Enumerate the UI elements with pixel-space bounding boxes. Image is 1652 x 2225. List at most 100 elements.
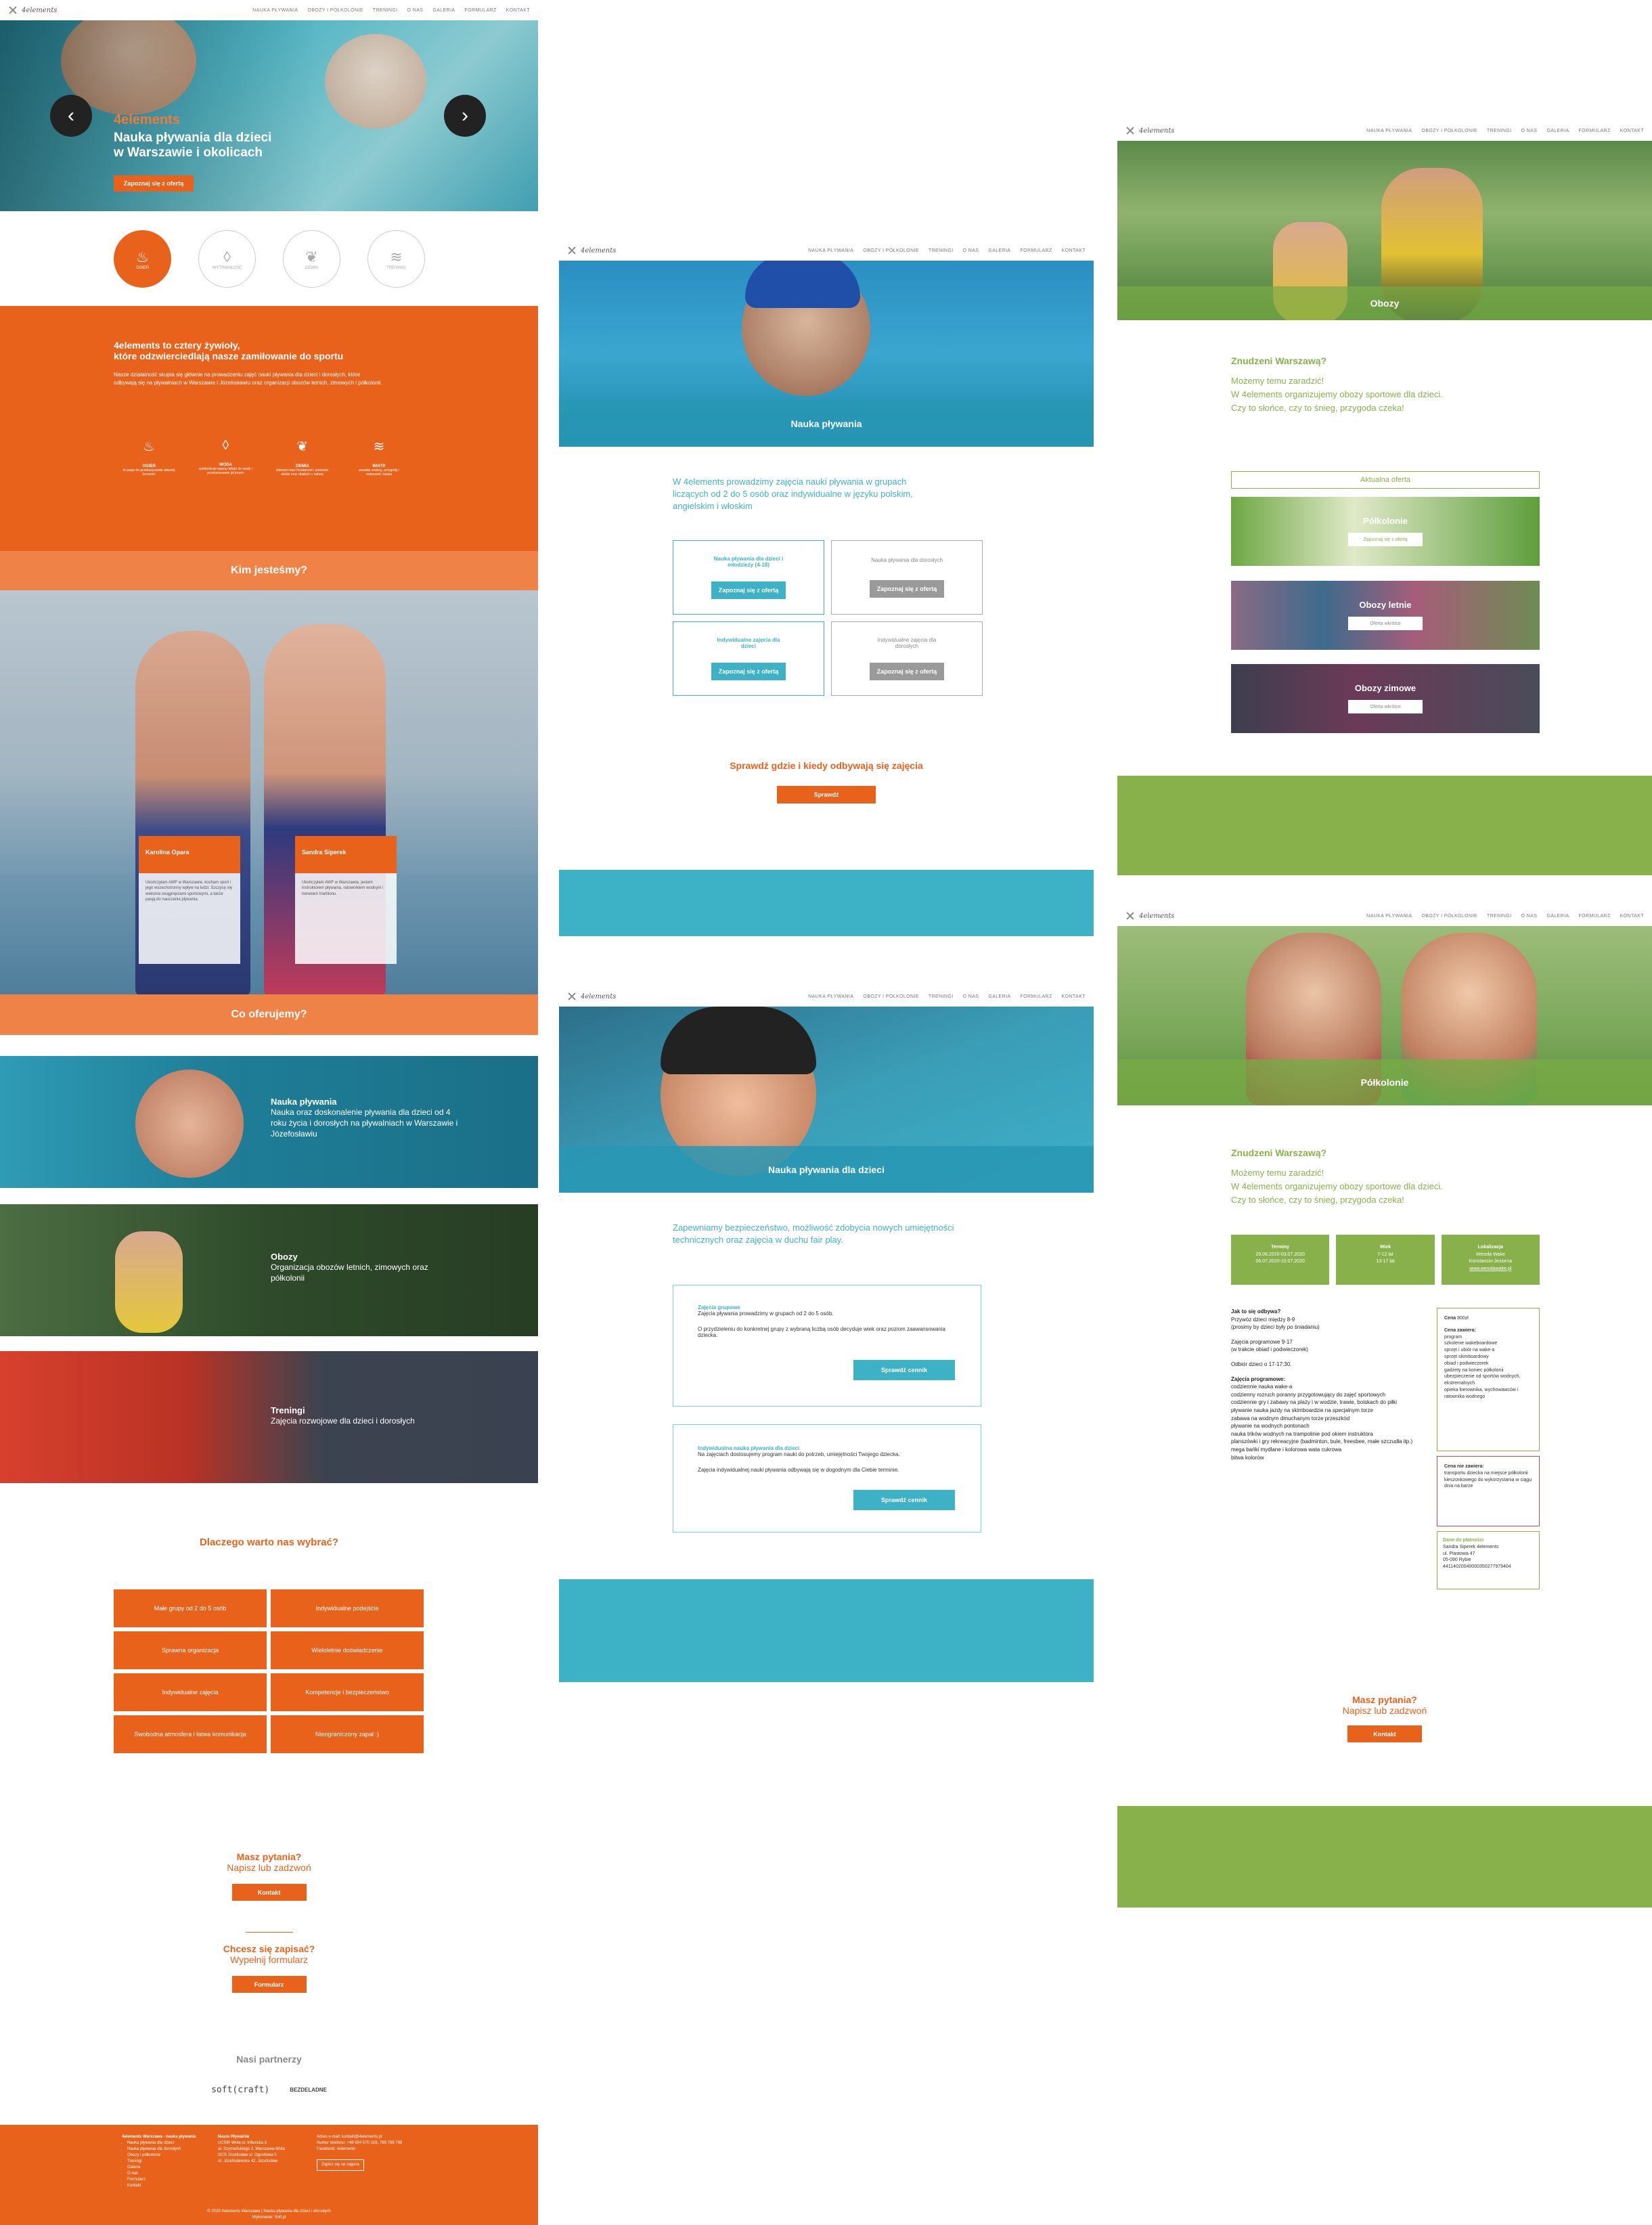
logo[interactable]: 4elements <box>567 246 616 255</box>
offer-card-button[interactable]: Zapoznaj się z ofertą <box>870 579 944 598</box>
nav-item[interactable]: KONTAKT <box>506 8 530 13</box>
schedule: Jak to się odbywa? Przywóz dzieci między… <box>1231 1308 1413 1461</box>
fire-icon: ♨ <box>143 439 155 454</box>
offer-camps[interactable]: Obozy Organizacja obozów letnich, zimowy… <box>0 1204 538 1336</box>
camp-card-summer[interactable]: Obozy letnie Oferta wkrótce <box>1231 581 1540 650</box>
camp-card-button[interactable]: Oferta wkrótce <box>1348 700 1423 713</box>
form-button[interactable]: Formularz <box>231 1976 307 1993</box>
why-item: Kompetencje i bezpieczeństwo <box>271 1673 424 1711</box>
nav-item[interactable]: O NAS <box>1521 914 1538 919</box>
signup-sub: Wypełnij formularz <box>229 1954 308 1965</box>
nav-item[interactable]: GALERIA <box>988 994 1010 999</box>
intro-heading-1: 4elements to cztery żywioły, <box>114 340 240 351</box>
hero-cta-button[interactable]: Zapoznaj się z ofertą <box>114 175 194 192</box>
list-item[interactable]: Formularz <box>127 2177 210 2183</box>
drop-icon: ◊ <box>222 438 229 453</box>
feature-water: ◊ WODA symbolizuje naszą miłość do wody i … <box>198 438 252 475</box>
nav-item[interactable]: GALERIA <box>988 248 1010 253</box>
nav-item[interactable]: OBOZY I PÓŁKOLONIE <box>1421 914 1477 919</box>
nav-item[interactable]: TRENINGI <box>929 248 954 253</box>
nav-item[interactable]: FORMULARZ <box>1579 129 1611 133</box>
nav-item[interactable]: O NAS <box>1521 129 1538 133</box>
logo[interactable]: 4elements <box>1125 911 1174 921</box>
logo-icon <box>8 5 18 15</box>
nav-item[interactable]: GALERIA <box>1546 129 1569 133</box>
element-earth[interactable]: ❦ ZIEMIA <box>283 230 340 288</box>
page-swimming-kids: 4elements NAUKA PŁYWANIA OBOZY I PÓŁKOLON… <box>559 986 1094 1682</box>
nav-item[interactable]: O NAS <box>963 248 979 253</box>
list-item[interactable]: O nas <box>127 2171 210 2177</box>
offer-card-button[interactable]: Zapoznaj się z ofertą <box>870 663 944 680</box>
logo[interactable]: 4elements <box>8 5 57 15</box>
footer: 4elements Warszawa - nauka pływania Nauk… <box>0 2125 538 2225</box>
intro-text: Znudzeni Warszawą? Możemy temu zaradzić!… <box>1231 355 1443 413</box>
list-item[interactable]: Obozy i półkolonie <box>127 2153 210 2159</box>
nav-item[interactable]: OBOZY I PÓŁKOLONIE <box>863 994 919 999</box>
nav-item[interactable]: TRENINGI <box>373 8 398 13</box>
nav-item[interactable]: KONTAKT <box>1620 914 1644 919</box>
nav-item[interactable]: O NAS <box>963 994 979 999</box>
offer-card-button[interactable]: Zapoznaj się z ofertą <box>711 581 786 599</box>
nav-item[interactable]: TRENINGI <box>1487 914 1512 919</box>
element-wind[interactable]: ≋ TRENINGI <box>367 230 425 288</box>
nav-item[interactable]: TRENINGI <box>1487 129 1512 133</box>
contact-button[interactable]: Kontakt <box>1347 1725 1422 1742</box>
nav-item[interactable]: FORMULARZ <box>465 8 497 13</box>
offer-trainings[interactable]: Treningi Zajęcia rozwojowe dla dzieci i … <box>0 1351 538 1483</box>
nav-item[interactable]: GALERIA <box>1546 914 1569 919</box>
nav-item[interactable]: FORMULARZ <box>1579 914 1611 919</box>
offer-swimming[interactable]: Nauka pływania Nauka oraz doskonalenie p… <box>0 1056 538 1188</box>
nav-item[interactable]: NAUKA PŁYWANIA <box>1366 914 1412 919</box>
list-item[interactable]: Kontakt <box>127 2183 210 2189</box>
logo-icon <box>567 246 577 255</box>
list-item: pływanie nauka jazdy na skimboardzie na … <box>1231 1407 1373 1413</box>
nav-item[interactable]: NAUKA PŁYWANIA <box>808 994 853 999</box>
nav-item[interactable]: O NAS <box>407 8 424 13</box>
partner-bezdeladne[interactable]: BEZDELADNE <box>290 2087 327 2093</box>
logo[interactable]: 4elements <box>1125 126 1174 135</box>
offer-card-button[interactable]: Zapoznaj się z ofertą <box>711 663 786 680</box>
where-button[interactable]: Sprawdź <box>777 786 876 803</box>
nav-item[interactable]: TRENINGI <box>929 994 954 999</box>
footer-signup-button[interactable]: Zapisz się na zajęcia <box>317 2159 364 2171</box>
offer-band: Co oferujemy? <box>0 994 538 1035</box>
banner-image: Nauka pływania <box>559 261 1094 447</box>
carousel-next-button[interactable]: › <box>444 95 486 137</box>
partner-softcraft[interactable]: soft(craft) <box>211 2085 269 2095</box>
nav-item[interactable]: FORMULARZ <box>1021 248 1052 253</box>
nav-item[interactable]: OBOZY I PÓŁKOLONIE <box>863 248 919 253</box>
nav-item[interactable]: OBOZY I PÓŁKOLONIE <box>307 8 363 13</box>
list-item: zabawa na wodnym dmuchanym torze przeszk… <box>1231 1415 1350 1422</box>
element-water[interactable]: ◊ WYTRWAŁOŚĆ <box>198 230 256 288</box>
nav-item[interactable]: KONTAKT <box>1620 129 1644 133</box>
nav-item[interactable]: KONTAKT <box>1062 248 1086 253</box>
nav-item[interactable]: NAUKA PŁYWANIA <box>808 248 853 253</box>
logo[interactable]: 4elements <box>567 992 616 1001</box>
nav-item[interactable]: FORMULARZ <box>1021 994 1052 999</box>
carousel-prev-button[interactable]: ‹ <box>50 95 92 137</box>
swim-cap <box>661 1007 816 1074</box>
list-item[interactable]: Nauka pływania dla dzieci <box>127 2140 210 2146</box>
nav-item[interactable]: OBOZY I PÓŁKOLONIE <box>1421 129 1477 133</box>
list-item[interactable]: Treningi <box>127 2159 210 2165</box>
list-item: ul. Szymańskiego 2, Warszawa-Wola <box>218 2147 285 2151</box>
camp-card-winter[interactable]: Obozy zimowe Oferta wkrótce <box>1231 664 1540 733</box>
nav-item[interactable]: KONTAKT <box>1062 994 1086 999</box>
navbar: 4elements NAUKA PŁYWANIA OBOZY I PÓŁKOLON… <box>0 0 538 20</box>
list-item[interactable]: Nauka pływania dla dorosłych <box>127 2146 210 2153</box>
contact-button[interactable]: Kontakt <box>231 1884 307 1901</box>
partners-title: Nasi partnerzy <box>236 2054 302 2065</box>
camp-card-halfcamps[interactable]: Półkolonie Zapoznaj się z ofertą <box>1231 497 1540 566</box>
price-button[interactable]: Sprawdź cennik <box>853 1360 955 1380</box>
navbar: 4elements NAUKA PŁYWANIA OBOZY I PÓŁKOLON… <box>559 240 1094 261</box>
nav-item[interactable]: GALERIA <box>432 8 455 13</box>
element-fire[interactable]: ♨ OGIEŃ <box>114 230 171 288</box>
who-title: Kim jesteśmy? <box>231 565 307 576</box>
camp-card-button[interactable]: Oferta wkrótce <box>1348 617 1423 630</box>
price-button[interactable]: Sprawdź cennik <box>853 1490 955 1510</box>
camp-card-button[interactable]: Zapoznaj się z ofertą <box>1348 533 1423 546</box>
nav-item[interactable]: NAUKA PŁYWANIA <box>252 8 298 13</box>
list-item[interactable]: Galeria <box>127 2165 210 2171</box>
drop-icon: ◊ <box>223 248 231 265</box>
nav-item[interactable]: NAUKA PŁYWANIA <box>1366 129 1412 133</box>
